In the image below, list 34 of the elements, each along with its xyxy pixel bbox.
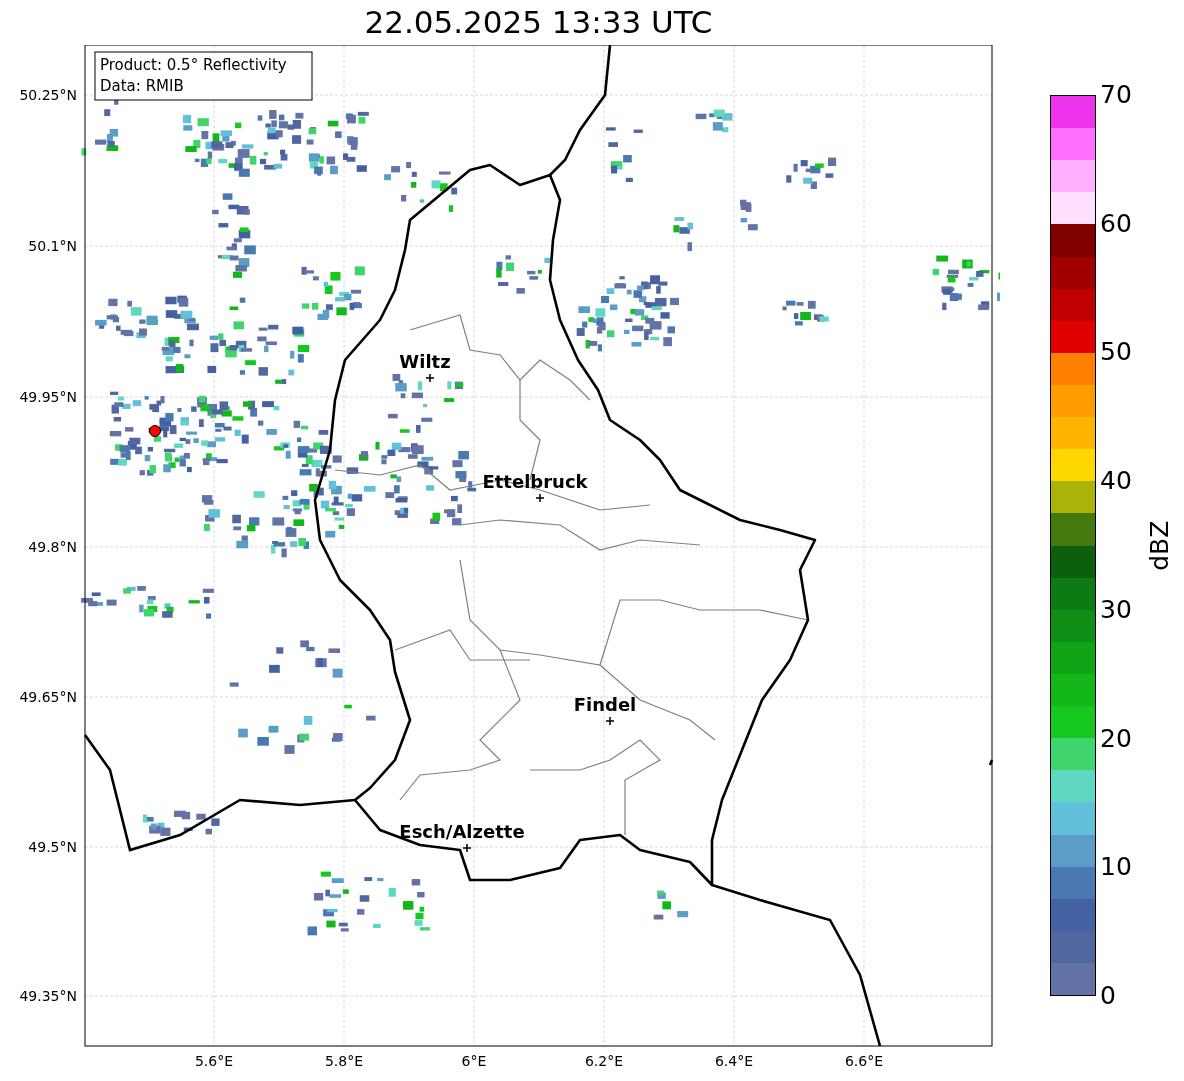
longitude-tick-label: 6.2°E [584,1053,624,1069]
latitude-tick-label: 50.1°N [28,238,77,254]
info-text: Data: RMIB [100,77,184,95]
radar-site-marker [149,425,161,437]
city-label: Ettelbruck [482,471,588,492]
chart-title: 22.05.2025 13:33 UTC [364,7,713,38]
city-label: Wiltz [399,351,451,372]
colorbar-label: dBZ [1144,520,1176,571]
city-marker-icon [605,716,615,726]
latitude-tick-label: 50.25°N [19,87,77,103]
colorbar-tick-label: 10 [1100,854,1132,880]
city-label: Esch/Alzette [399,821,525,842]
city-marker-icon [425,373,435,383]
colorbar-tick-label: 60 [1100,210,1132,236]
city-marker-icon [462,843,472,853]
colorbar-tick-label: 0 [1100,983,1116,1008]
info-text: Product: 0.5° Reflectivity [100,56,287,74]
colorbar-tick-label: 20 [1100,725,1132,751]
colorbar-tick-label: 30 [1100,596,1132,622]
latitude-tick-label: 49.65°N [19,689,77,705]
latitude-tick-label: 49.5°N [28,839,77,855]
city-label: Findel [573,694,637,715]
latitude-tick-label: 49.8°N [28,539,77,555]
colorbar-tick-label: 70 [1100,82,1132,107]
city-marker-icon [535,493,545,503]
colorbar-tick-label: 50 [1100,339,1132,365]
colorbar-tick-label: 40 [1100,468,1132,494]
latitude-tick-label: 49.35°N [19,988,77,1004]
latitude-tick-label: 49.95°N [19,389,77,405]
longitude-tick-label: 6°E [461,1053,487,1069]
longitude-tick-label: 5.8°E [324,1053,364,1069]
longitude-tick-label: 6.6°E [844,1053,884,1069]
longitude-tick-label: 6.4°E [714,1053,754,1069]
longitude-tick-label: 5.6°E [194,1053,234,1069]
